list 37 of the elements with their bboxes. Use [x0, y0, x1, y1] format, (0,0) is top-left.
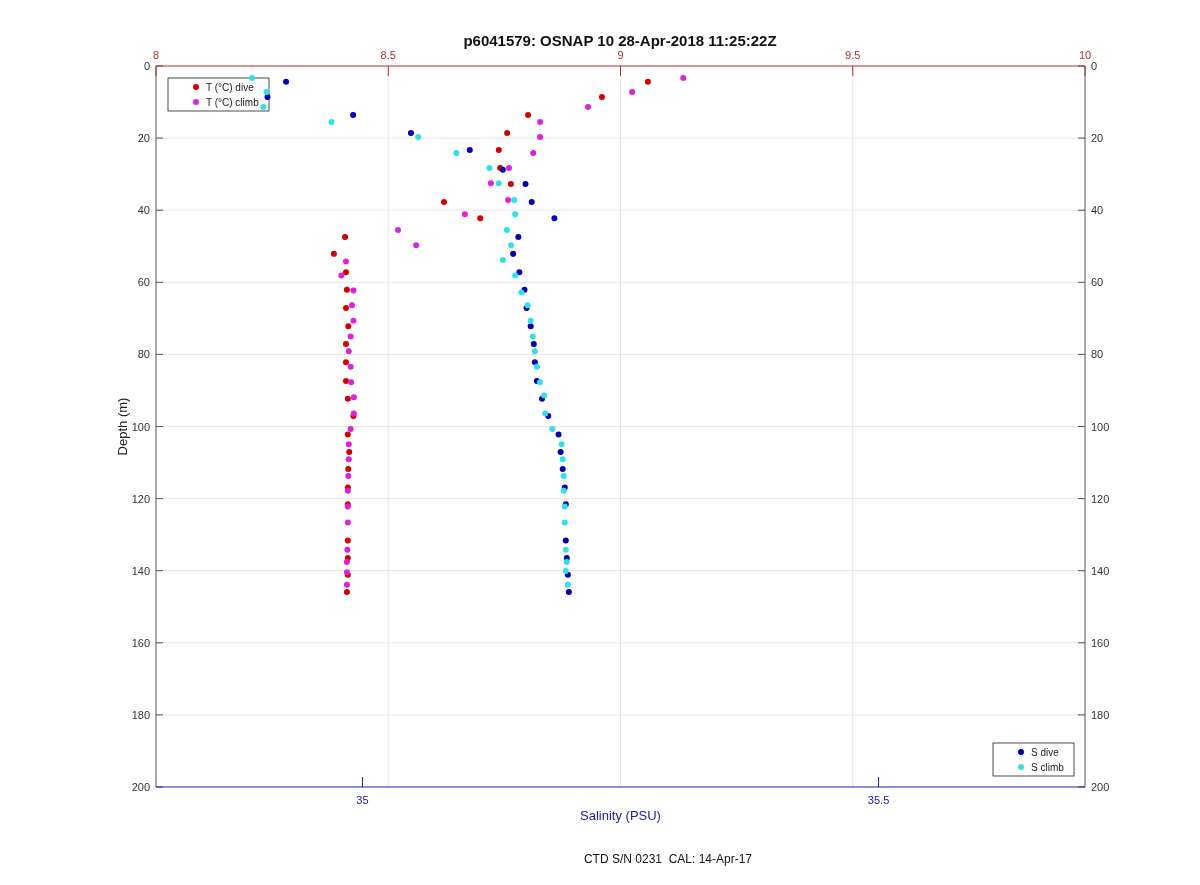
y-tick-label: 40 [137, 204, 150, 217]
y-tick-label: 160 [131, 636, 150, 649]
legend-label: S dive [1031, 746, 1059, 758]
y-tick-label: 180 [1091, 708, 1110, 721]
chart-title: p6041579: OSNAP 10 28-Apr-2018 11:25:22Z [463, 32, 777, 49]
x-tick-label: 35 [356, 794, 369, 806]
x-tick-label: 8 [152, 49, 160, 61]
y-tick-label: 140 [131, 564, 150, 577]
legend-label: T (°C) dive [206, 81, 254, 93]
axis-label: Depth (m) [115, 397, 130, 456]
y-tick-label: 20 [1091, 132, 1104, 145]
y-tick-label: 120 [131, 492, 150, 505]
y-tick-label: 60 [137, 276, 150, 289]
y-tick-label: 120 [1091, 492, 1110, 505]
y-tick-label: 0 [143, 60, 150, 72]
footnote: CTD S/N 0231 CAL: 14-Apr-17 [583, 852, 753, 866]
y-tick-label: 200 [131, 781, 150, 793]
y-tick-label: 40 [1091, 204, 1104, 217]
y-tick-label: 140 [1091, 564, 1110, 577]
y-tick-label: 180 [131, 708, 150, 721]
y-tick-label: 20 [137, 132, 150, 145]
legend-label: T (°C) climb [206, 96, 259, 108]
y-tick-label: 0 [1091, 60, 1098, 72]
y-tick-label: 60 [1091, 276, 1104, 289]
y-tick-label: 80 [137, 348, 150, 361]
axis-label: Salinity (PSU) [580, 808, 661, 823]
x-tick-label: 9 [617, 49, 624, 61]
legend-label: S climb [1031, 761, 1064, 773]
y-tick-label: 200 [1091, 781, 1110, 793]
x-tick-label: 8.5 [380, 49, 396, 61]
y-tick-label: 100 [131, 420, 150, 433]
x-tick-label: 10 [1078, 49, 1092, 61]
y-tick-label: 80 [1091, 348, 1104, 361]
x-tick-label: 35.5 [867, 794, 890, 806]
y-tick-label: 100 [1091, 420, 1110, 433]
x-tick-label: 9.5 [845, 49, 861, 61]
y-tick-label: 160 [1091, 636, 1110, 649]
